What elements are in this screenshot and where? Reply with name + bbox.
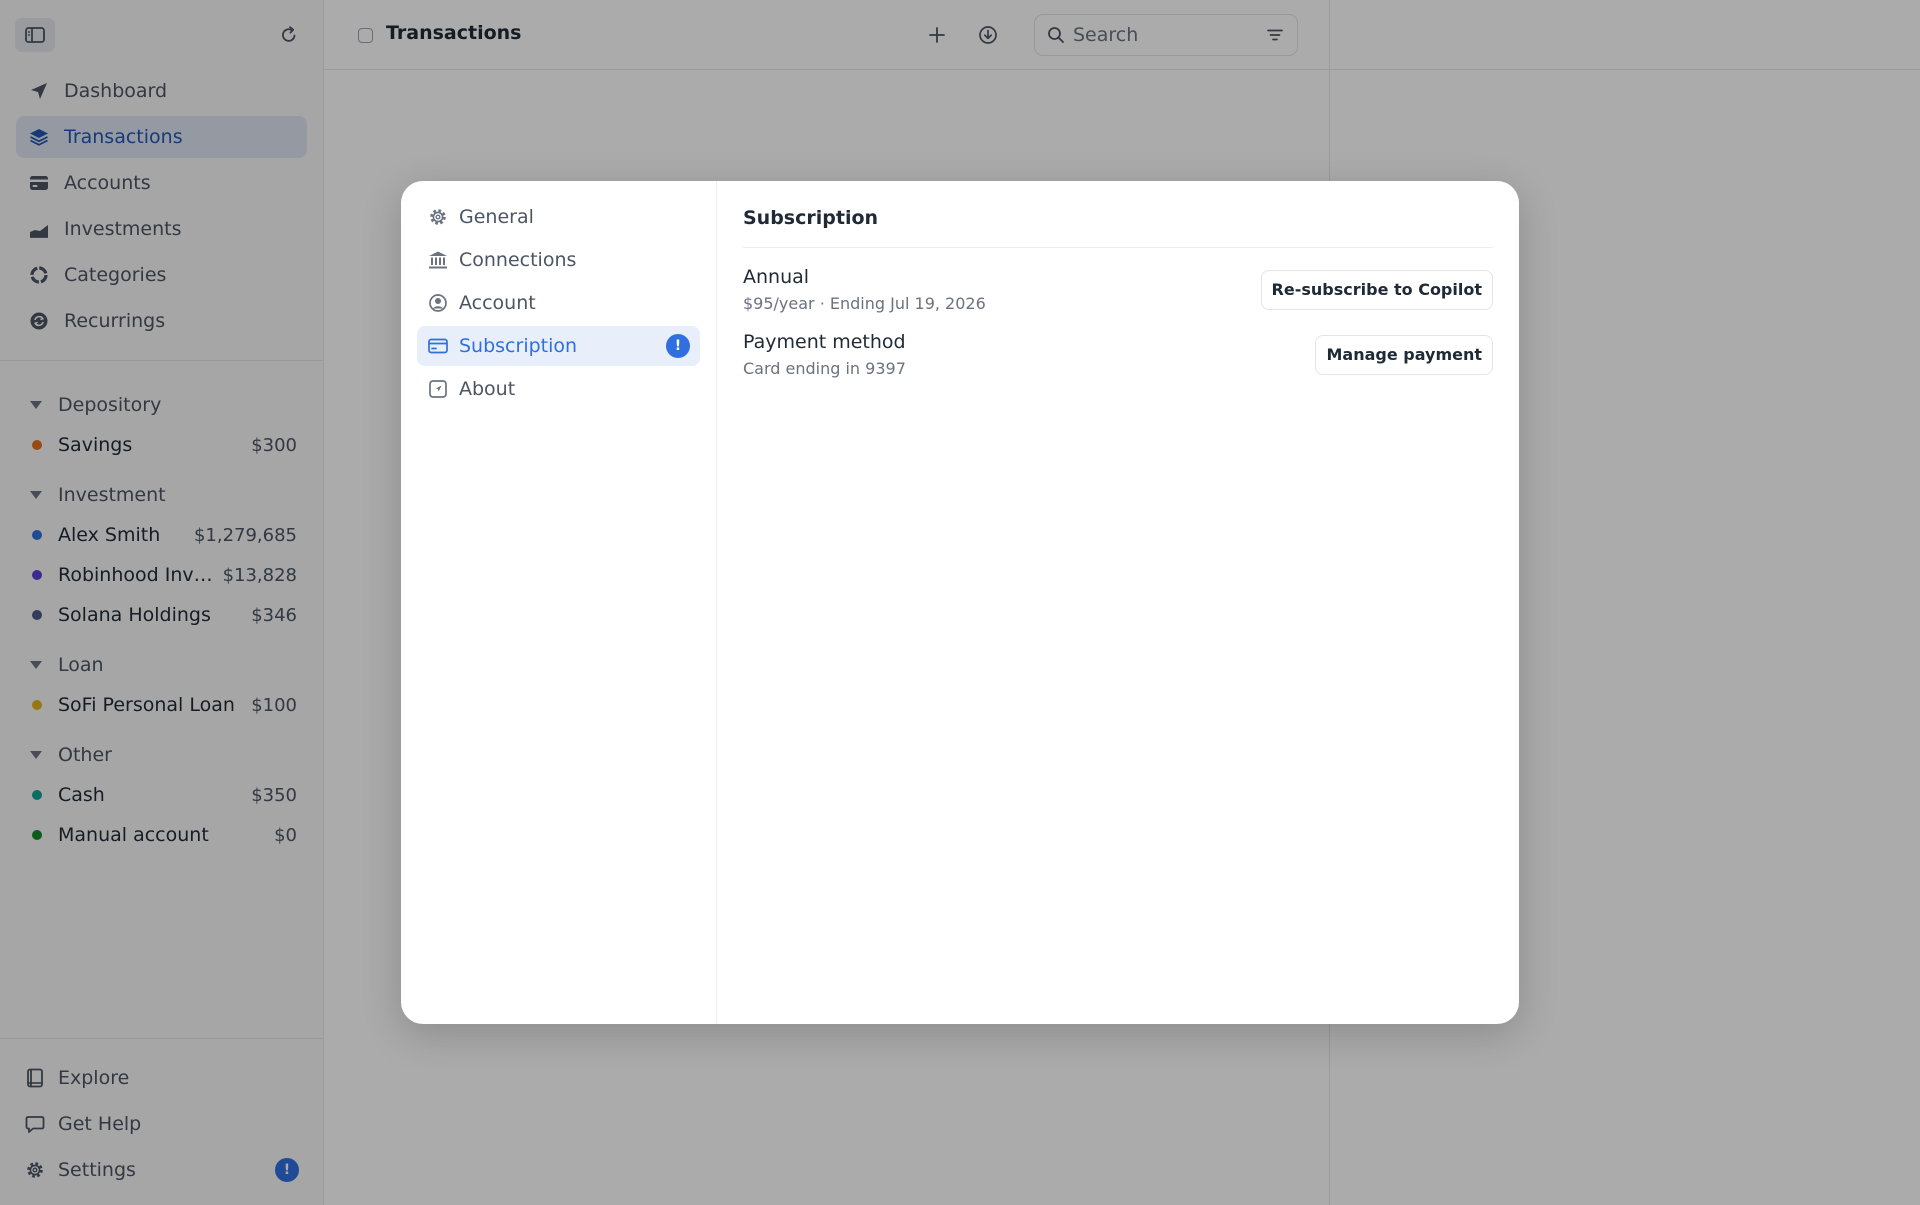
- settings-dialog: General Connections Account Subscription…: [401, 181, 1519, 1024]
- plan-label: Annual: [743, 266, 810, 288]
- credit-card-icon: [427, 335, 449, 357]
- plan-detail: $95/year · Ending Jul 19, 2026: [743, 294, 986, 313]
- plan-row: Annual $95/year · Ending Jul 19, 2026 Re…: [743, 266, 1493, 313]
- payment-row: Payment method Card ending in 9397 Manag…: [743, 331, 1493, 378]
- settings-tab-label: Account: [459, 292, 536, 314]
- payment-label: Payment method: [743, 331, 906, 353]
- subscription-alert-badge: !: [666, 334, 690, 358]
- settings-tab-label: Connections: [459, 249, 577, 271]
- settings-tab-connections[interactable]: Connections: [417, 240, 700, 280]
- section-title: Subscription: [743, 207, 1493, 248]
- payment-info: Payment method Card ending in 9397: [743, 331, 906, 378]
- settings-tab-label: About: [459, 378, 516, 400]
- gear-icon: [427, 206, 449, 228]
- settings-tab-subscription[interactable]: Subscription !: [417, 326, 700, 366]
- resubscribe-button[interactable]: Re-subscribe to Copilot: [1260, 269, 1493, 310]
- settings-tab-account[interactable]: Account: [417, 283, 700, 323]
- bank-icon: [427, 249, 449, 271]
- settings-nav: General Connections Account Subscription…: [401, 181, 717, 1024]
- settings-tab-label: Subscription: [459, 335, 578, 357]
- settings-tab-general[interactable]: General: [417, 197, 700, 237]
- plan-info: Annual $95/year · Ending Jul 19, 2026: [743, 266, 986, 313]
- manage-payment-button[interactable]: Manage payment: [1315, 334, 1493, 375]
- settings-content: Subscription Annual $95/year · Ending Ju…: [717, 181, 1519, 1024]
- settings-tab-about[interactable]: About: [417, 369, 700, 409]
- settings-tab-label: General: [459, 206, 534, 228]
- about-icon: [427, 378, 449, 400]
- payment-detail: Card ending in 9397: [743, 359, 906, 378]
- user-circle-icon: [427, 292, 449, 314]
